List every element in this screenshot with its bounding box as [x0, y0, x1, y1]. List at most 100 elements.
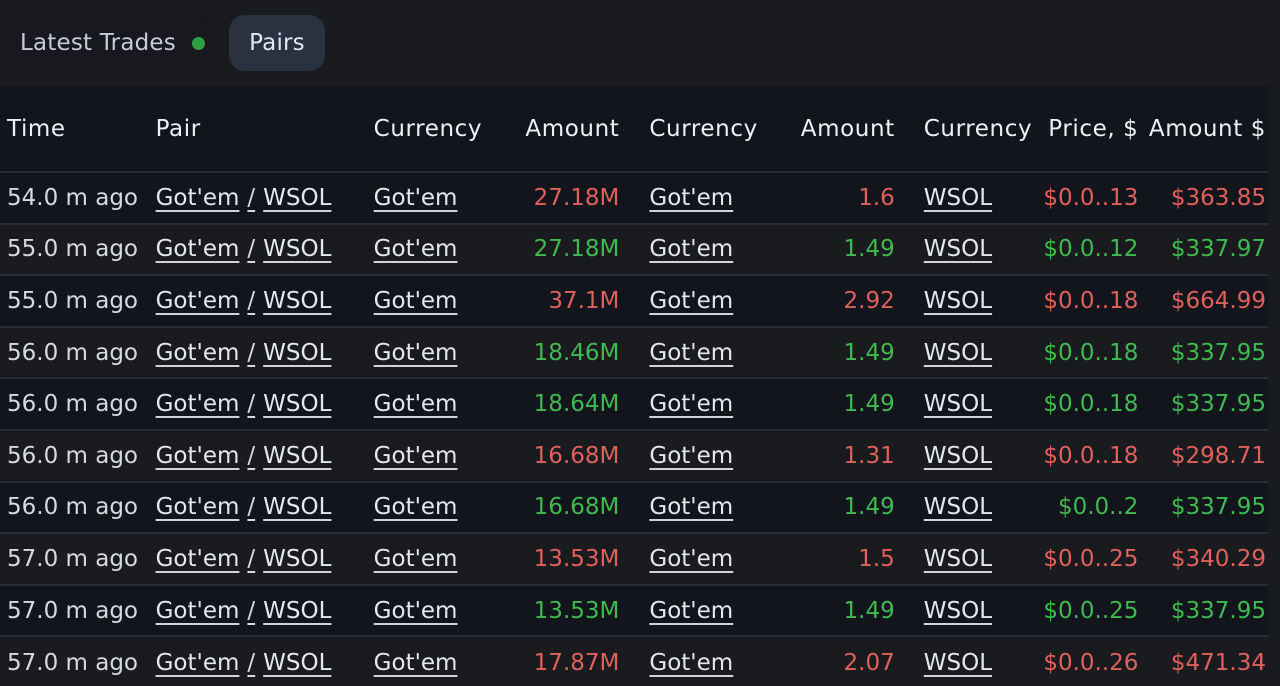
trade-amount-usd: $340.29 — [1170, 545, 1266, 572]
currency-3-link[interactable]: WSOL — [924, 185, 992, 211]
currency-3-link[interactable]: WSOL — [924, 494, 992, 520]
currency-3-link[interactable]: WSOL — [924, 391, 992, 417]
pair-base-link[interactable]: Got'em — [156, 598, 240, 624]
currency-2-link[interactable]: Got'em — [649, 340, 733, 366]
pair-quote-link[interactable]: WSOL — [263, 391, 331, 417]
trade-currency-3: WSOL — [895, 327, 1021, 379]
pair-quote-link[interactable]: WSOL — [263, 236, 331, 262]
trade-price: $0.0..25 — [1043, 597, 1139, 624]
table-row[interactable]: 56.0 m ago Got'em / WSOL Got'em 16.68M Got'em 1… — [0, 429, 1268, 482]
trade-amount-2: 1.6 — [858, 184, 895, 211]
trade-pair: Got'em / WSOL — [156, 636, 374, 686]
currency-3-link[interactable]: WSOL — [924, 546, 992, 572]
tab-pairs[interactable]: Pairs — [229, 15, 325, 71]
trade-currency-2: Got'em — [619, 533, 766, 585]
pair-quote-link[interactable]: WSOL — [263, 650, 331, 676]
table-row[interactable]: 55.0 m ago Got'em / WSOL Got'em 37.1M Got'em 2.… — [0, 275, 1268, 327]
table-row[interactable]: 55.0 m ago Got'em / WSOL Got'em 27.18M Got'em 1… — [0, 223, 1268, 276]
trade-currency-3: WSOL — [895, 585, 1021, 637]
currency-2-link[interactable]: Got'em — [649, 650, 733, 676]
pair-quote-link[interactable]: WSOL — [263, 598, 331, 624]
currency-2-link[interactable]: Got'em — [649, 236, 733, 262]
pair-separator: / — [247, 391, 256, 418]
currency-1-link[interactable]: Got'em — [374, 650, 458, 676]
currency-3-link[interactable]: WSOL — [924, 598, 992, 624]
pair-separator: / — [247, 545, 256, 572]
header-currency-3: Currency — [923, 115, 1033, 142]
currency-1-link[interactable]: Got'em — [374, 443, 458, 469]
currency-2-link[interactable]: Got'em — [649, 288, 733, 314]
pair-quote-link[interactable]: WSOL — [263, 546, 331, 572]
currency-3-link[interactable]: WSOL — [924, 650, 992, 676]
currency-1-link[interactable]: Got'em — [374, 236, 458, 262]
trade-time: 57.0 m ago — [7, 545, 139, 572]
trade-pair: Got'em / WSOL — [156, 327, 374, 379]
currency-2-link[interactable]: Got'em — [649, 185, 733, 211]
trades-table-container[interactable]: Time Pair Currency Amount Currency Amoun… — [0, 86, 1268, 686]
pair-base-link[interactable]: Got'em — [156, 546, 240, 572]
trade-price: $0.0..18 — [1043, 442, 1139, 469]
trade-currency-3: WSOL — [895, 636, 1021, 686]
header-amount-1: Amount — [525, 115, 620, 142]
top-tab-bar: Latest Trades Pairs — [0, 0, 1280, 86]
pair-base-link[interactable]: Got'em — [156, 340, 240, 366]
currency-2-link[interactable]: Got'em — [649, 494, 733, 520]
trade-amount-1: 18.64M — [533, 391, 620, 418]
trade-currency-1: Got'em — [374, 533, 504, 585]
table-row[interactable]: 56.0 m ago Got'em / WSOL Got'em 16.68M Got'em 1… — [0, 481, 1268, 534]
table-row[interactable]: 57.0 m ago Got'em / WSOL Got'em 13.53M Got'em 1… — [0, 584, 1268, 637]
pair-quote-link[interactable]: WSOL — [263, 185, 331, 211]
currency-2-link[interactable]: Got'em — [649, 443, 733, 469]
currency-2-link[interactable]: Got'em — [649, 546, 733, 572]
trade-pair: Got'em / WSOL — [156, 275, 374, 327]
trade-currency-3: WSOL — [895, 378, 1021, 430]
pair-base-link[interactable]: Got'em — [156, 185, 240, 211]
trade-amount-usd: $664.99 — [1170, 287, 1266, 314]
trade-price: $0.0..2 — [1057, 494, 1139, 521]
pair-base-link[interactable]: Got'em — [156, 494, 240, 520]
currency-3-link[interactable]: WSOL — [924, 340, 992, 366]
tab-latest-trades[interactable]: Latest Trades — [0, 15, 212, 71]
live-indicator-icon — [191, 36, 205, 50]
table-row[interactable]: 54.0 m ago Got'em / WSOL Got'em 27.18M Got'em 1… — [0, 172, 1268, 224]
trade-amount-usd: $337.97 — [1170, 236, 1266, 263]
pair-base-link[interactable]: Got'em — [156, 443, 240, 469]
pair-quote-link[interactable]: WSOL — [263, 340, 331, 366]
pair-base-link[interactable]: Got'em — [156, 650, 240, 676]
pair-quote-link[interactable]: WSOL — [263, 443, 331, 469]
trade-price: $0.0..18 — [1043, 391, 1139, 418]
pair-base-link[interactable]: Got'em — [156, 236, 240, 262]
currency-1-link[interactable]: Got'em — [374, 598, 458, 624]
pair-quote-link[interactable]: WSOL — [263, 288, 331, 314]
pair-quote-link[interactable]: WSOL — [263, 494, 331, 520]
currency-3-link[interactable]: WSOL — [924, 236, 992, 262]
pair-base-link[interactable]: Got'em — [156, 391, 240, 417]
currency-1-link[interactable]: Got'em — [374, 340, 458, 366]
currency-3-link[interactable]: WSOL — [924, 288, 992, 314]
currency-2-link[interactable]: Got'em — [649, 391, 733, 417]
header-currency-1: Currency — [373, 115, 483, 142]
currency-3-link[interactable]: WSOL — [924, 443, 992, 469]
currency-2-link[interactable]: Got'em — [649, 598, 733, 624]
header-amount-2: Amount — [800, 115, 895, 142]
trade-time: 56.0 m ago — [7, 442, 139, 469]
trade-pair: Got'em / WSOL — [156, 172, 374, 224]
trade-currency-3: WSOL — [895, 224, 1021, 276]
pair-base-link[interactable]: Got'em — [156, 288, 240, 314]
currency-1-link[interactable]: Got'em — [374, 288, 458, 314]
pair-separator: / — [247, 494, 256, 521]
trade-amount-1: 37.1M — [548, 287, 620, 314]
trade-price: $0.0..26 — [1043, 649, 1139, 676]
trade-currency-2: Got'em — [619, 585, 766, 637]
currency-1-link[interactable]: Got'em — [374, 185, 458, 211]
trade-pair: Got'em / WSOL — [156, 482, 374, 534]
trade-amount-1: 27.18M — [533, 184, 620, 211]
table-row[interactable]: 57.0 m ago Got'em / WSOL Got'em 13.53M Got'em 1… — [0, 533, 1268, 585]
trade-currency-3: WSOL — [895, 275, 1021, 327]
currency-1-link[interactable]: Got'em — [374, 494, 458, 520]
table-row[interactable]: 56.0 m ago Got'em / WSOL Got'em 18.46M Got'em 1… — [0, 326, 1268, 379]
currency-1-link[interactable]: Got'em — [374, 546, 458, 572]
table-row[interactable]: 56.0 m ago Got'em / WSOL Got'em 18.64M Got'em 1… — [0, 378, 1268, 430]
currency-1-link[interactable]: Got'em — [374, 391, 458, 417]
table-row[interactable]: 57.0 m ago Got'em / WSOL Got'em 17.87M Got'em 2… — [0, 636, 1268, 686]
